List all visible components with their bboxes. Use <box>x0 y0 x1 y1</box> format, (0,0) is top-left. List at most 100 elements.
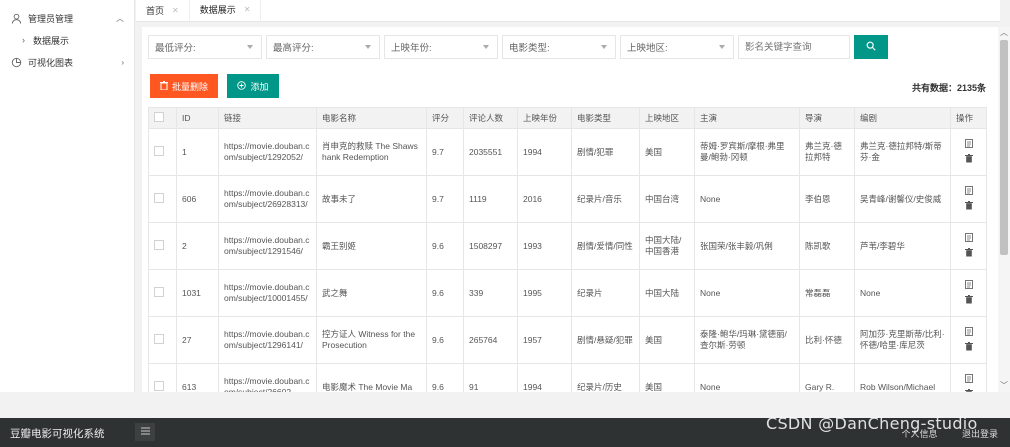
cell-actions <box>950 269 987 317</box>
vertical-scrollbar[interactable]: ︿ ﹀ <box>998 27 1010 392</box>
cell-region: 美国 <box>639 316 695 364</box>
add-button[interactable]: 添加 <box>227 74 279 98</box>
checkbox[interactable] <box>154 192 164 203</box>
cell-actions <box>950 175 987 223</box>
select-all-checkbox-cell[interactable] <box>148 107 177 129</box>
checkbox[interactable] <box>154 145 164 156</box>
cell-rating: 9.6 <box>426 316 464 364</box>
cell-region: 美国 <box>639 128 695 176</box>
edit-icon[interactable] <box>964 232 973 245</box>
cell-director: 李伯恩 <box>799 175 855 223</box>
max-rating-select[interactable]: 最高评分: <box>266 35 380 59</box>
menu-toggle-button[interactable] <box>135 423 155 441</box>
delete-icon[interactable] <box>964 200 973 213</box>
edit-icon[interactable] <box>964 373 973 386</box>
close-icon[interactable]: ✕ <box>244 5 251 14</box>
cell-actors: 蒂姆·罗宾斯/摩根·弗里曼/鲍勃·冈顿 <box>694 128 800 176</box>
batch-delete-button[interactable]: 批量删除 <box>150 74 218 98</box>
row-checkbox-cell[interactable] <box>148 128 177 176</box>
cell-name: 肖申克的救赎 The Shawshank Redemption <box>316 128 427 176</box>
caret-down-icon <box>719 45 725 49</box>
table-row: 606 https://movie.douban.com/subject/2692… <box>148 175 987 223</box>
tab-label: 数据展示 <box>199 5 236 15</box>
cell-region: 美国 <box>639 363 695 392</box>
delete-icon[interactable] <box>964 341 973 354</box>
tab-data-display[interactable]: 数据展示 ✕ <box>189 0 262 21</box>
col-header: 主演 <box>694 107 800 129</box>
cell-reviews: 1119 <box>463 175 518 223</box>
sidebar-item-admin[interactable]: 管理员管理 ︿ <box>0 7 134 29</box>
cell-name: 霸王别姬 <box>316 222 427 270</box>
cell-rating: 9.7 <box>426 128 464 176</box>
checkbox[interactable] <box>154 286 164 297</box>
cell-id: 27 <box>176 316 219 364</box>
chart-icon <box>10 56 22 68</box>
cell-writer: 阿加莎·克里斯蒂/比利·怀德/哈里·库尼茨 <box>854 316 951 364</box>
select-label: 最低评分: <box>155 43 196 54</box>
data-table: ID 链接 电影名称 评分 评论人数 上映年份 电影类型 上映地区 主演 导演 … <box>148 107 987 392</box>
row-checkbox-cell[interactable] <box>148 269 177 317</box>
close-icon[interactable]: ✕ <box>172 6 179 15</box>
cell-writer: Rob Wilson/Michael <box>854 363 951 392</box>
chevron-right-icon: › <box>121 57 124 67</box>
delete-icon[interactable] <box>964 247 973 260</box>
cell-name: 控方证人 Witness for the Prosecution <box>316 316 427 364</box>
cell-id: 1 <box>176 128 219 176</box>
col-header: 链接 <box>218 107 317 129</box>
region-select[interactable]: 上映地区: <box>620 35 734 59</box>
table-row: 2 https://movie.douban.com/subject/129154… <box>148 222 987 270</box>
min-rating-select[interactable]: 最低评分: <box>148 35 262 59</box>
cell-region: 中国大陆 <box>639 269 695 317</box>
row-checkbox-cell[interactable] <box>148 222 177 270</box>
cell-actions <box>950 128 987 176</box>
edit-icon[interactable] <box>964 138 973 151</box>
select-label: 上映地区: <box>627 43 668 54</box>
button-label: 批量删除 <box>171 81 208 92</box>
col-header: 上映地区 <box>639 107 695 129</box>
plus-circle-icon <box>237 80 247 92</box>
cell-rating: 9.7 <box>426 175 464 223</box>
row-checkbox-cell[interactable] <box>148 175 177 223</box>
checkbox[interactable] <box>154 333 164 344</box>
cell-actions <box>950 222 987 270</box>
filter-bar: 最低评分: 最高评分: 上映年份: 电影类型: 上映地区: <box>148 35 888 59</box>
edit-icon[interactable] <box>964 326 973 339</box>
search-input[interactable] <box>738 35 850 59</box>
cell-type: 纪录片 <box>571 269 640 317</box>
cell-director: 比利·怀德 <box>799 316 855 364</box>
row-checkbox-cell[interactable] <box>148 316 177 364</box>
row-checkbox-cell[interactable] <box>148 363 177 392</box>
table-row: 1 https://movie.douban.com/subject/129205… <box>148 128 987 176</box>
edit-icon[interactable] <box>964 185 973 198</box>
year-select[interactable]: 上映年份: <box>384 35 498 59</box>
chevron-up-icon: ︿ <box>116 13 124 23</box>
delete-icon[interactable] <box>964 294 973 307</box>
cell-type: 剧情/犯罪 <box>571 128 640 176</box>
cell-rating: 9.6 <box>426 363 464 392</box>
cell-writer: 芦苇/李碧华 <box>854 222 951 270</box>
scroll-down-icon[interactable]: ﹀ <box>998 380 1010 392</box>
search-button[interactable] <box>854 35 888 59</box>
cell-id: 1031 <box>176 269 219 317</box>
sidebar-item-charts[interactable]: 可视化图表 › <box>0 51 134 73</box>
cell-name: 故事未了 <box>316 175 427 223</box>
scrollbar-thumb[interactable] <box>1000 40 1008 255</box>
type-select[interactable]: 电影类型: <box>502 35 616 59</box>
cell-actors: None <box>694 269 800 317</box>
sidebar-item-data-display[interactable]: › 数据展示 <box>0 29 134 51</box>
checkbox[interactable] <box>154 111 164 122</box>
cell-year: 1994 <box>517 128 572 176</box>
edit-icon[interactable] <box>964 279 973 292</box>
checkbox[interactable] <box>154 380 164 391</box>
brand-title: 豆瓣电影可视化系统 <box>10 428 105 440</box>
col-header: 电影名称 <box>316 107 427 129</box>
tab-home[interactable]: 首页 ✕ <box>136 0 190 21</box>
sidebar-item-label: 管理员管理 <box>28 13 74 24</box>
checkbox[interactable] <box>154 239 164 250</box>
cell-writer: 吴青峰/谢馨仪/史俊威 <box>854 175 951 223</box>
delete-icon[interactable] <box>964 153 973 166</box>
scroll-up-icon[interactable]: ︿ <box>998 27 1010 39</box>
delete-icon[interactable] <box>964 388 973 392</box>
cell-name: 武之舞 <box>316 269 427 317</box>
cell-type: 剧情/爱情/同性 <box>571 222 640 270</box>
